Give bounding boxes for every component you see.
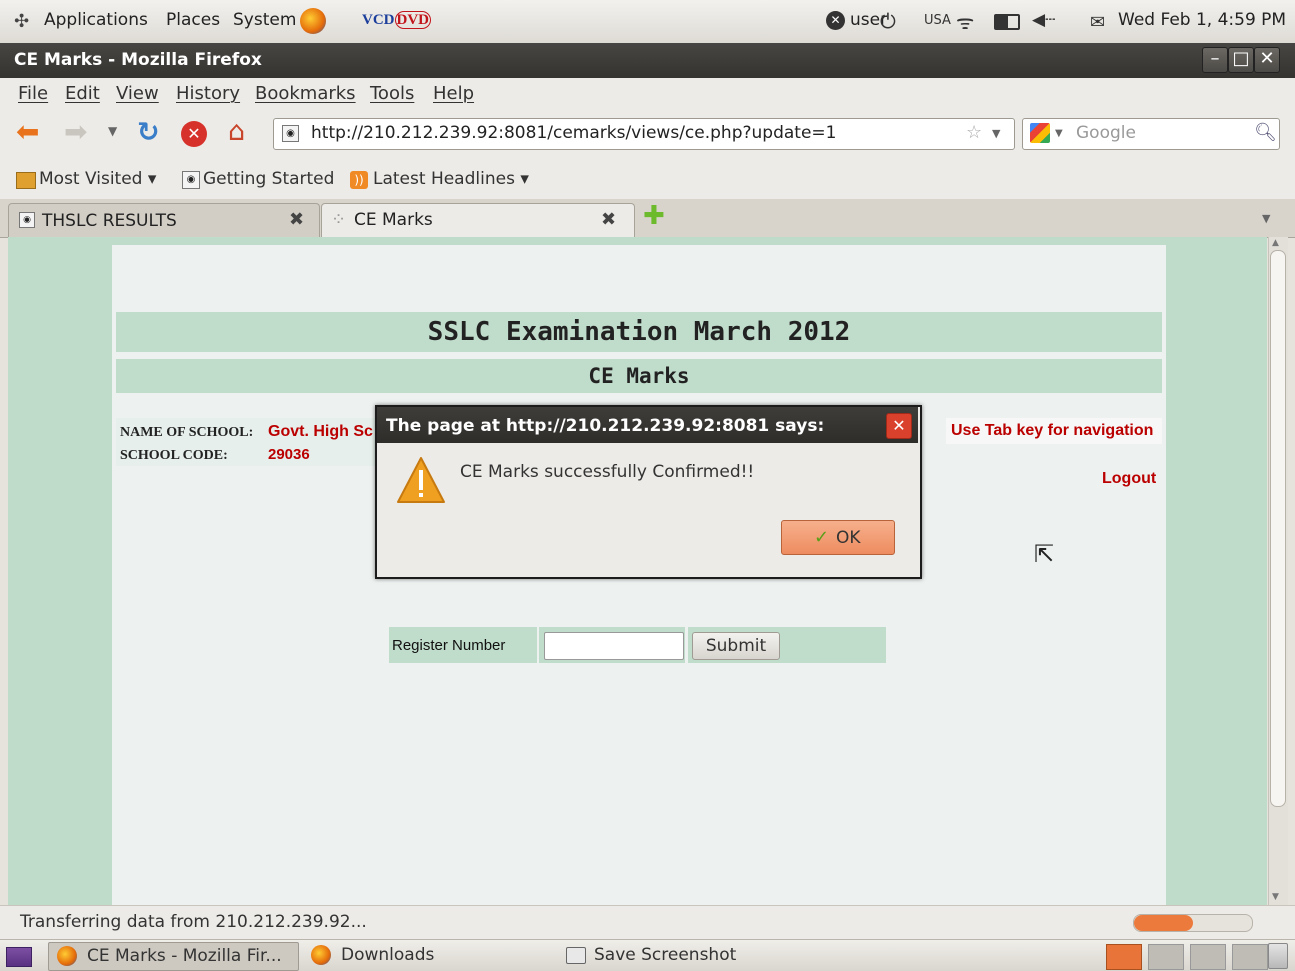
taskbar-firefox[interactable]: CE Marks - Mozilla Fir... <box>48 942 299 971</box>
camera-icon <box>566 947 586 964</box>
workspace-4[interactable] <box>1232 944 1268 970</box>
close-window-button[interactable]: ✕ <box>1254 47 1280 73</box>
vcd-launcher-icon[interactable]: VCD DVD <box>362 11 431 29</box>
workspace-3[interactable] <box>1190 944 1226 970</box>
workspace-1[interactable] <box>1106 944 1142 970</box>
most-visited-folder-icon <box>16 172 36 189</box>
rss-feed-icon: )) <box>350 171 368 189</box>
workspace-2[interactable] <box>1148 944 1184 970</box>
tab-label: CE Marks <box>354 210 433 230</box>
firefox-launcher-icon[interactable] <box>300 8 326 34</box>
page-icon: ◉ <box>182 171 200 189</box>
volume-icon[interactable]: ◀┄ <box>1032 10 1055 30</box>
tab-ce-marks[interactable]: ⁘ CE Marks ✖ <box>321 203 635 237</box>
alert-title: The page at http://210.212.239.92:8081 s… <box>386 416 825 436</box>
search-magnifier-icon[interactable]: 🔍︎ <box>1254 122 1277 143</box>
submit-button[interactable]: Submit <box>692 632 780 660</box>
firefox-icon <box>57 946 77 966</box>
maximize-button[interactable]: □ <box>1228 47 1254 73</box>
applications-menu[interactable]: Applications <box>44 10 148 30</box>
bookmark-latest-headlines[interactable]: Latest Headlines ▾ <box>373 169 529 189</box>
gnome-foot-icon[interactable]: ✣ <box>14 11 29 32</box>
battery-icon[interactable] <box>994 14 1020 30</box>
stop-icon[interactable]: ✕ <box>181 121 207 147</box>
taskbar-downloads[interactable]: Downloads <box>303 942 552 969</box>
page-subheading: CE Marks <box>116 359 1162 393</box>
tab-list-dropdown-icon[interactable]: ▼ <box>1262 212 1270 225</box>
tab-label: THSLC RESULTS <box>42 211 177 231</box>
taskbar-label: Save Screenshot <box>594 945 737 965</box>
back-arrow-icon[interactable]: ⬅ <box>16 117 39 147</box>
show-desktop-icon[interactable] <box>6 947 32 967</box>
logout-link[interactable]: Logout <box>1102 470 1156 488</box>
search-placeholder: Google <box>1076 123 1136 143</box>
close-tab-icon[interactable]: ✖ <box>289 209 304 230</box>
site-identity-icon[interactable]: ◉ <box>282 125 299 142</box>
new-tab-plus-icon[interactable]: ✚ <box>643 202 665 230</box>
system-menu[interactable]: System <box>233 10 296 30</box>
taskbar-label: CE Marks - Mozilla Fir... <box>87 946 282 966</box>
search-engine-dropdown-icon[interactable]: ▼ <box>1055 128 1063 139</box>
status-text: Transferring data from 210.212.239.92... <box>20 912 367 932</box>
bookmark-getting-started[interactable]: Getting Started <box>203 169 334 189</box>
menu-edit[interactable]: Edit <box>65 83 100 104</box>
taskbar-save-screenshot[interactable]: Save Screenshot <box>558 942 807 969</box>
progress-bar <box>1133 914 1253 932</box>
alert-message: CE Marks successfully Confirmed!! <box>460 462 755 482</box>
mouse-cursor-icon: ⇱ <box>1034 540 1055 568</box>
school-code-value: 29036 <box>268 446 310 463</box>
taskbar-label: Downloads <box>341 945 435 965</box>
home-icon[interactable]: ⌂ <box>228 117 245 147</box>
window-title: CE Marks - Mozilla Firefox <box>14 50 262 70</box>
wifi-icon[interactable]: ᯤ <box>956 8 974 35</box>
school-code-label: SCHOOL CODE: <box>120 448 228 463</box>
checkmark-icon: ✓ <box>814 527 830 548</box>
school-name-label: NAME OF SCHOOL: <box>120 425 254 440</box>
ok-button[interactable]: ✓ OK <box>781 520 895 555</box>
progress-fill <box>1134 915 1193 931</box>
ok-label: OK <box>836 528 861 548</box>
close-tab-icon[interactable]: ✖ <box>601 209 616 230</box>
page-heading: SSLC Examination March 2012 <box>116 312 1162 352</box>
places-menu[interactable]: Places <box>166 10 220 30</box>
history-dropdown-icon[interactable]: ▼ <box>108 124 117 138</box>
vcd-label: VCD <box>362 12 395 28</box>
clock[interactable]: Wed Feb 1, 4:59 PM <box>1118 10 1286 30</box>
url-dropdown-icon[interactable]: ▼ <box>992 127 1000 140</box>
register-number-label: Register Number <box>392 637 506 654</box>
bookmark-most-visited[interactable]: Most Visited ▾ <box>39 169 156 189</box>
menu-history[interactable]: History <box>176 83 240 104</box>
dvd-label: DVD <box>394 11 431 29</box>
menu-bookmarks[interactable]: Bookmarks <box>255 83 356 104</box>
scroll-down-icon[interactable]: ▼ <box>1272 892 1279 902</box>
menu-view[interactable]: View <box>116 83 159 104</box>
trash-icon[interactable] <box>1268 943 1288 969</box>
reload-icon[interactable]: ↻ <box>137 118 160 148</box>
power-icon[interactable]: ⏻ <box>880 9 896 33</box>
scrollbar-thumb[interactable] <box>1270 250 1286 807</box>
page-icon: ◉ <box>19 212 35 228</box>
user-status-icon: ✕ <box>826 11 845 30</box>
minimize-button[interactable]: – <box>1202 47 1228 73</box>
keyboard-layout-indicator[interactable]: USA <box>924 13 951 28</box>
nav-hint: Use Tab key for navigation <box>951 422 1154 439</box>
menu-help[interactable]: Help <box>433 83 474 104</box>
menu-file[interactable]: File <box>18 83 48 104</box>
forward-arrow-icon[interactable]: ➡ <box>64 117 87 147</box>
warning-icon <box>397 457 445 503</box>
google-engine-icon[interactable] <box>1030 123 1050 143</box>
firefox-icon <box>311 945 331 965</box>
mail-icon[interactable]: ✉ <box>1090 12 1105 33</box>
tab-thslc-results[interactable]: ◉ THSLC RESULTS ✖ <box>8 203 320 237</box>
register-number-input[interactable] <box>544 632 684 660</box>
url-text[interactable]: http://210.212.239.92:8081/cemarks/views… <box>311 123 836 143</box>
loading-spinner-icon: ⁘ <box>331 209 347 230</box>
alert-close-icon[interactable]: ✕ <box>886 413 912 439</box>
menu-tools[interactable]: Tools <box>370 83 414 104</box>
scroll-up-icon[interactable]: ▲ <box>1272 238 1279 248</box>
school-name-value: Govt. High Sc <box>268 423 373 440</box>
bookmark-star-icon[interactable]: ☆ <box>966 122 982 143</box>
